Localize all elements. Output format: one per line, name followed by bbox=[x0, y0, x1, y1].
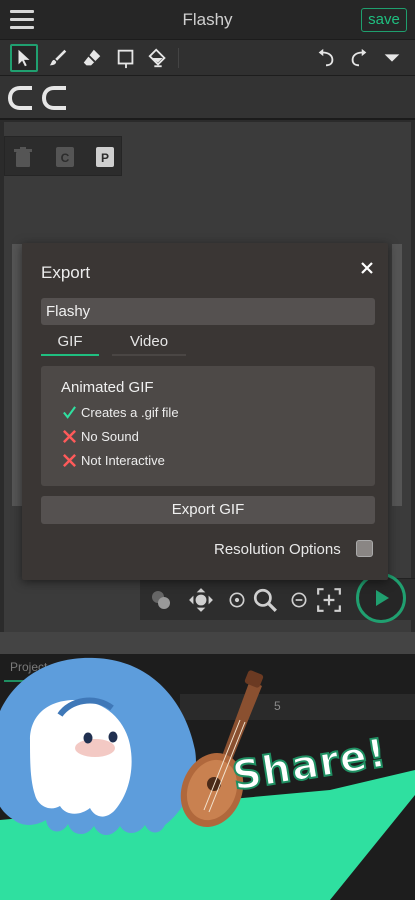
svg-text:P: P bbox=[101, 151, 109, 165]
trash-icon bbox=[14, 147, 32, 167]
play-button[interactable] bbox=[356, 573, 406, 623]
ghost-mascot-icon bbox=[0, 657, 196, 835]
fit-screen-icon bbox=[317, 588, 341, 612]
resolution-options-checkbox[interactable] bbox=[356, 540, 373, 557]
paste-button[interactable]: P bbox=[91, 143, 119, 171]
feature-text: No Sound bbox=[81, 428, 139, 444]
cross-icon bbox=[61, 452, 77, 468]
brush-tool-button[interactable] bbox=[44, 44, 72, 72]
canvas-edge-right bbox=[392, 244, 402, 506]
cross-icon bbox=[61, 428, 77, 444]
tab-video-underline bbox=[112, 354, 186, 356]
zoom-out-icon bbox=[291, 592, 307, 608]
eraser-icon bbox=[83, 49, 101, 66]
tab-video[interactable]: Video bbox=[112, 333, 186, 355]
tab-gif[interactable]: GIF bbox=[41, 333, 99, 355]
redo-icon bbox=[351, 48, 367, 67]
select-tool-button[interactable] bbox=[10, 44, 38, 72]
onion-button[interactable] bbox=[148, 587, 174, 613]
fit-screen-button[interactable] bbox=[316, 587, 342, 613]
toolbar-divider bbox=[178, 48, 179, 68]
move-icon bbox=[189, 588, 213, 612]
export-gif-button[interactable]: Export GIF bbox=[41, 496, 375, 524]
zoom-in-button[interactable] bbox=[252, 587, 278, 613]
feature-text: Not Interactive bbox=[81, 452, 165, 468]
zoom-out-button[interactable] bbox=[286, 587, 312, 613]
feature-item: Creates a .gif file bbox=[61, 404, 179, 420]
export-dialog: Export GIF Video Animated GIF Creates a … bbox=[22, 243, 388, 580]
top-app-bar: Flashy save bbox=[0, 0, 415, 40]
check-icon bbox=[61, 404, 77, 420]
layers-icon bbox=[152, 591, 170, 609]
close-button[interactable] bbox=[358, 259, 376, 277]
rectangle-icon bbox=[117, 49, 134, 69]
undo-icon bbox=[318, 48, 334, 67]
format-info-box: Animated GIF Creates a .gif file No Soun… bbox=[41, 366, 375, 486]
redo-button[interactable] bbox=[345, 44, 373, 72]
rectangle-tool-button[interactable] bbox=[112, 44, 140, 72]
file-name-input[interactable] bbox=[41, 298, 375, 325]
dropdown-icon bbox=[384, 54, 400, 62]
more-dropdown-button[interactable] bbox=[378, 44, 406, 72]
select-icon bbox=[18, 49, 30, 67]
zoom-reset-button[interactable] bbox=[224, 587, 250, 613]
drawing-toolbar bbox=[0, 40, 415, 76]
fill-icon bbox=[148, 48, 166, 68]
brush-icon bbox=[49, 49, 67, 66]
zoom-reset-icon bbox=[229, 592, 245, 608]
copy-button[interactable]: C bbox=[51, 143, 79, 171]
feature-item: Not Interactive bbox=[61, 452, 165, 468]
copy-icon: C bbox=[56, 147, 74, 167]
svg-text:C: C bbox=[61, 151, 70, 165]
feature-item: No Sound bbox=[61, 428, 139, 444]
tab-gif-underline bbox=[41, 354, 99, 356]
fill-tool-button[interactable] bbox=[144, 44, 172, 72]
delete-button[interactable] bbox=[9, 143, 37, 171]
layer-tools-panel: C P bbox=[4, 136, 122, 176]
save-button[interactable]: save bbox=[361, 8, 407, 32]
paste-icon: P bbox=[96, 147, 114, 167]
pan-button[interactable] bbox=[188, 587, 214, 613]
feature-text: Creates a .gif file bbox=[81, 404, 179, 420]
format-title: Animated GIF bbox=[61, 379, 154, 396]
play-icon bbox=[376, 590, 389, 606]
dialog-title: Export bbox=[41, 263, 91, 282]
undo-button[interactable] bbox=[312, 44, 340, 72]
canvas-edge-left bbox=[12, 244, 22, 506]
layer-strip bbox=[0, 76, 415, 120]
onion-skin-icon[interactable] bbox=[8, 84, 70, 112]
app-title: Flashy bbox=[182, 10, 233, 29]
eraser-tool-button[interactable] bbox=[78, 44, 106, 72]
resolution-options-label: Resolution Options bbox=[214, 541, 341, 558]
magnifier-icon bbox=[253, 588, 277, 612]
close-icon bbox=[361, 262, 373, 274]
